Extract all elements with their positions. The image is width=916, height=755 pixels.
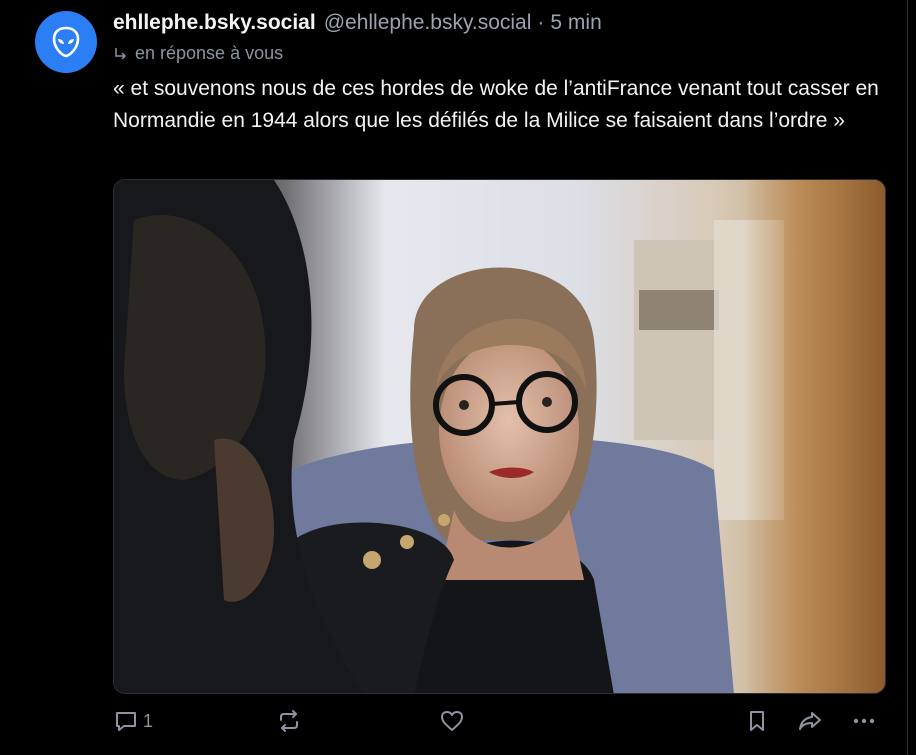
author-display-name[interactable]: ehllephe.bsky.social <box>113 11 316 35</box>
comment-icon <box>116 712 136 731</box>
meta-separator: · <box>537 11 545 34</box>
like-button[interactable] <box>439 706 465 736</box>
post-image[interactable] <box>113 179 886 694</box>
alien-icon <box>52 26 80 58</box>
post-actions: 1 <box>113 706 893 736</box>
more-icon <box>853 718 875 724</box>
post-timestamp[interactable]: 5 min <box>550 11 601 35</box>
avatar[interactable] <box>35 11 97 73</box>
bookmark-button[interactable] <box>745 706 769 736</box>
repost-button[interactable] <box>275 706 303 736</box>
post-header: ehllephe.bsky.social @ehllephe.bsky.soci… <box>113 11 602 37</box>
more-options-button[interactable] <box>851 706 877 736</box>
share-icon <box>799 712 821 730</box>
bookmark-icon <box>750 711 764 731</box>
photo-woman-with-glasses <box>114 180 885 693</box>
share-button[interactable] <box>796 706 824 736</box>
reply-button[interactable]: 1 <box>113 706 153 736</box>
post-text: « et souvenons nous de ces hordes de wok… <box>113 77 879 132</box>
author-handle[interactable]: @ehllephe.bsky.social <box>324 11 532 35</box>
feed-right-border <box>907 0 908 755</box>
heart-icon <box>441 711 463 731</box>
reply-context[interactable]: en réponse à vous <box>113 43 283 64</box>
reply-context-label: en réponse à vous <box>135 43 284 63</box>
reply-arrow-icon <box>115 47 127 60</box>
reply-count: 1 <box>143 710 154 731</box>
repost-icon <box>280 710 298 732</box>
